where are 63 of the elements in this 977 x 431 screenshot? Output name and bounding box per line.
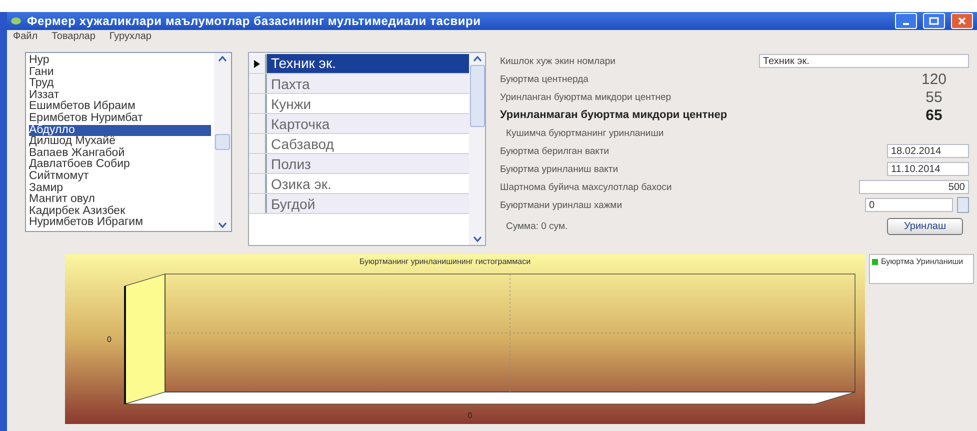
menu-item[interactable]: Товарлар (52, 31, 96, 43)
scroll-up-icon[interactable] (217, 55, 228, 63)
minimize-button[interactable] (895, 13, 917, 29)
field-label: Уринланган буюртма микдори центнер (500, 92, 672, 102)
maximize-icon (929, 17, 939, 25)
field-label: Буюртма берилган вакти (500, 146, 610, 156)
scroll-down-icon[interactable] (217, 221, 228, 229)
field-label: Буюртмани уринлаш хажми (500, 200, 622, 210)
list-item[interactable]: Кадирбек Азизбек (29, 206, 211, 218)
amount-field[interactable]: 0 (865, 198, 953, 212)
field-label: Буюртма уринланиш вакти (500, 164, 618, 174)
field-label: Шартнома буйича махсулотлар бахоси (500, 182, 672, 192)
value-text: 65 (924, 106, 944, 124)
crop-name-field[interactable]: Техник эк. (759, 54, 969, 68)
grid-cell[interactable]: Бугдой (267, 194, 469, 213)
field-label: Уринланмаган буюртма микдори центнер (500, 109, 728, 121)
list-item[interactable]: Сийтмомут (29, 170, 211, 183)
axis-tick-label: 0 (468, 411, 472, 420)
menu-item[interactable]: Гурухлар (109, 31, 152, 43)
field-label: Кишлок хуж экин номлари (500, 56, 616, 66)
grid-cell[interactable]: Карточка (267, 114, 469, 133)
field-label: Буюртма центнерда (500, 74, 588, 84)
grid-cell[interactable]: Техник эк. (267, 54, 469, 73)
menu-item[interactable]: Файл (13, 31, 38, 43)
list-item[interactable]: Дилшод Мухайё (29, 136, 211, 148)
list-item[interactable]: Еримбетов Нуримбат (29, 112, 211, 125)
app-icon (11, 17, 21, 25)
submit-button[interactable]: Уринлаш (887, 218, 963, 235)
scroll-thumb[interactable] (470, 65, 484, 127)
list-item[interactable]: Труд (29, 78, 211, 90)
sum-text: Сумма: 0 сум. (505, 221, 568, 232)
list-item[interactable]: Иззат (29, 90, 211, 102)
value-text: 55 (924, 88, 944, 106)
list-item[interactable]: Нур (29, 55, 211, 67)
close-button[interactable] (951, 13, 973, 29)
list-item[interactable]: Гани (29, 66, 211, 78)
chart-title: Буюртманинг уринланишининг гистограммаси (359, 257, 531, 266)
row-pointer-icon (254, 60, 260, 68)
legend-label: Буюртма Уринланиши (881, 257, 964, 268)
grid-cell[interactable]: Полиз (267, 154, 469, 173)
scroll-up-icon[interactable] (472, 55, 482, 63)
list-item[interactable]: Замир (29, 182, 211, 194)
row-header[interactable] (249, 54, 267, 73)
list-item[interactable]: Вапаев Жангабой (29, 148, 211, 160)
list-item[interactable]: Ешимбетов Ибраим (29, 101, 211, 113)
list-item[interactable]: Мангит овул (29, 194, 211, 206)
grid-cell[interactable]: Пахта (267, 74, 469, 93)
date-field[interactable]: 18.02.2014 (887, 144, 969, 158)
date-field[interactable]: 11.10.2014 (887, 162, 969, 176)
window-title: Фермер хужаликлари маълумотлар базасининг мультимедиали тасвири (27, 14, 482, 28)
price-field[interactable]: 500 (859, 180, 969, 194)
value-text: 120 (920, 70, 948, 88)
list-item[interactable]: Абдулло (29, 124, 211, 136)
list-item[interactable]: Давлатбоев Собир (29, 159, 211, 171)
scroll-down-icon[interactable] (472, 235, 482, 243)
close-icon (958, 17, 966, 25)
field-label: Кушимча буюртманинг уринланиши (505, 128, 664, 138)
maximize-button[interactable] (923, 13, 945, 29)
scroll-thumb[interactable] (215, 134, 230, 150)
axis-tick-label: 0 (107, 335, 112, 344)
farmer-list[interactable]: Нур Гани Труд Иззат Ешимбетов Ибраим Еримбетов Нуримбат Абдулло Дилшод Мухайё Вапаев Жангабой Давлатбоев Собир Сийтмомут Замир Мангит овул Кадирбек Азизбек Нуримбетов Ибрагим (25, 52, 232, 232)
spin-button[interactable] (957, 197, 969, 213)
list-item[interactable]: Нуримбетов Ибрагим (29, 217, 211, 229)
